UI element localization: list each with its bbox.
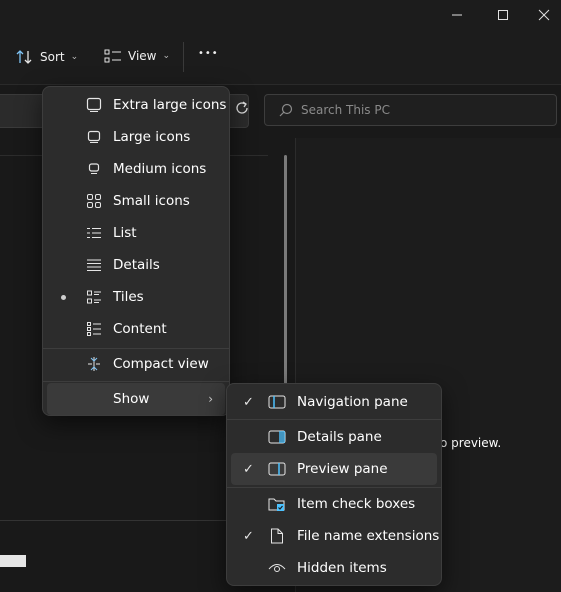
large-icons-icon xyxy=(85,128,103,146)
menu-item-label: Hidden items xyxy=(297,560,387,576)
search-placeholder: Search This PC xyxy=(301,103,390,117)
view-label: View xyxy=(128,49,157,63)
menu-item-label: Small icons xyxy=(113,193,190,209)
refresh-button[interactable] xyxy=(234,100,252,120)
navigation-pane-icon xyxy=(267,393,287,411)
menu-item-tiles[interactable]: Tiles xyxy=(47,281,225,313)
details-icon xyxy=(85,256,103,274)
hidden-items-icon xyxy=(267,559,287,577)
menu-item-large-icons[interactable]: Large icons xyxy=(47,121,225,153)
menu-item-medium-icons[interactable]: Medium icons xyxy=(47,153,225,185)
minimize-button[interactable] xyxy=(434,0,480,30)
menu-item-label: Medium icons xyxy=(113,161,207,177)
menu-item-label: List xyxy=(113,225,137,241)
check-icon: ✓ xyxy=(243,394,254,410)
menu-item-small-icons[interactable]: Small icons xyxy=(47,185,225,217)
sort-button[interactable]: Sort ⌄ xyxy=(16,49,78,65)
search-box[interactable]: Search This PC xyxy=(264,94,557,126)
medium-icons-icon xyxy=(85,160,103,178)
view-icon xyxy=(104,49,121,63)
menu-item-label: Details pane xyxy=(297,429,382,445)
check-icon: ✓ xyxy=(243,461,254,477)
menu-item-preview-pane[interactable]: ✓ Preview pane xyxy=(231,453,437,485)
view-button[interactable]: View ⌄ xyxy=(104,49,170,63)
details-pane-icon xyxy=(267,428,287,446)
maximize-button[interactable] xyxy=(480,0,526,30)
menu-item-label: Content xyxy=(113,321,167,337)
menu-item-label: Navigation pane xyxy=(297,394,408,410)
chevron-right-icon: › xyxy=(208,392,213,406)
toolbar-separator xyxy=(183,42,184,72)
menu-item-item-check-boxes[interactable]: Item check boxes xyxy=(231,488,437,520)
see-more-button[interactable]: ••• xyxy=(198,48,219,59)
content-icon xyxy=(85,320,103,338)
close-button[interactable] xyxy=(526,0,561,30)
preview-pane-icon xyxy=(267,460,287,478)
menu-item-compact-view[interactable]: Compact view xyxy=(47,348,225,380)
menu-item-label: Large icons xyxy=(113,129,191,145)
minimize-icon xyxy=(452,14,462,16)
menu-item-hidden-items[interactable]: Hidden items xyxy=(231,552,437,584)
preview-message: o preview. xyxy=(440,436,502,450)
menu-item-file-name-extensions[interactable]: ✓ File name extensions xyxy=(231,520,440,552)
show-submenu: ✓ Navigation pane Details pane ✓ Preview… xyxy=(226,383,442,586)
menu-item-label: Compact view xyxy=(113,356,209,372)
extra-large-icons-icon xyxy=(85,96,103,114)
menu-item-content[interactable]: Content xyxy=(47,313,225,345)
menu-separator xyxy=(43,381,229,382)
menu-item-extra-large-icons[interactable]: Extra large icons xyxy=(47,89,227,121)
sort-label: Sort xyxy=(40,50,65,64)
menu-item-label: File name extensions xyxy=(297,528,440,544)
status-indicator xyxy=(0,555,26,567)
menu-item-navigation-pane[interactable]: ✓ Navigation pane xyxy=(231,386,437,418)
search-icon xyxy=(279,103,293,117)
item-check-boxes-icon xyxy=(267,495,287,513)
menu-item-label: Item check boxes xyxy=(297,496,416,512)
small-icons-icon xyxy=(85,192,103,210)
menu-item-details[interactable]: Details xyxy=(47,249,225,281)
menu-separator xyxy=(227,419,441,420)
file-name-extensions-icon xyxy=(267,527,287,545)
sort-icon xyxy=(16,50,32,64)
command-bar xyxy=(0,30,561,85)
close-icon xyxy=(538,9,549,21)
menu-item-list[interactable]: List xyxy=(47,217,225,249)
view-menu: Extra large icons Large icons Medium ico… xyxy=(42,86,230,416)
maximize-icon xyxy=(498,10,508,20)
compact-view-icon xyxy=(85,355,103,373)
menu-item-label: Show xyxy=(113,391,150,407)
refresh-icon xyxy=(236,101,248,114)
menu-item-label: Extra large icons xyxy=(113,97,227,113)
selected-bullet-icon xyxy=(61,294,66,300)
chevron-down-icon: ⌄ xyxy=(70,52,79,62)
tiles-icon xyxy=(85,288,103,306)
menu-item-show[interactable]: Show › xyxy=(47,383,225,415)
menu-item-label: Details xyxy=(113,257,160,273)
menu-item-label: Tiles xyxy=(113,289,144,305)
list-icon xyxy=(85,224,103,242)
menu-item-details-pane[interactable]: Details pane xyxy=(231,421,437,453)
check-icon: ✓ xyxy=(243,528,254,544)
chevron-down-icon: ⌄ xyxy=(162,51,171,61)
menu-item-label: Preview pane xyxy=(297,461,388,477)
